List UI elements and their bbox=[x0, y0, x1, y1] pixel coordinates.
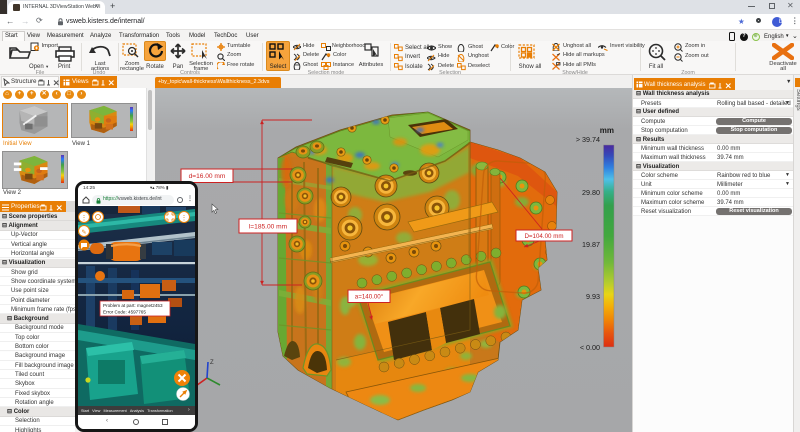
svg-text:mm: mm bbox=[600, 126, 614, 135]
svg-text:a=140.00°: a=140.00° bbox=[355, 294, 384, 301]
svg-text:Error Code: 4597765: Error Code: 4597765 bbox=[103, 310, 146, 315]
svg-text:d=16.00 mm: d=16.00 mm bbox=[189, 173, 226, 180]
svg-text:Z: Z bbox=[210, 360, 214, 366]
svg-text:l=185.00 mm: l=185.00 mm bbox=[249, 223, 288, 230]
svg-text:29.80: 29.80 bbox=[582, 188, 600, 197]
svg-text:⋮: ⋮ bbox=[81, 215, 88, 222]
svg-text:< 0.00: < 0.00 bbox=[580, 343, 600, 352]
svg-text:Problem at part: magnet2453: Problem at part: magnet2453 bbox=[103, 303, 163, 308]
svg-text:9.93: 9.93 bbox=[586, 292, 600, 301]
svg-text:✎: ✎ bbox=[81, 229, 86, 236]
svg-text:⋮: ⋮ bbox=[181, 215, 188, 222]
svg-text:D=104.00 mm: D=104.00 mm bbox=[524, 233, 563, 240]
svg-text:19.87: 19.87 bbox=[582, 240, 600, 249]
svg-text:> 39.74: > 39.74 bbox=[576, 135, 600, 144]
